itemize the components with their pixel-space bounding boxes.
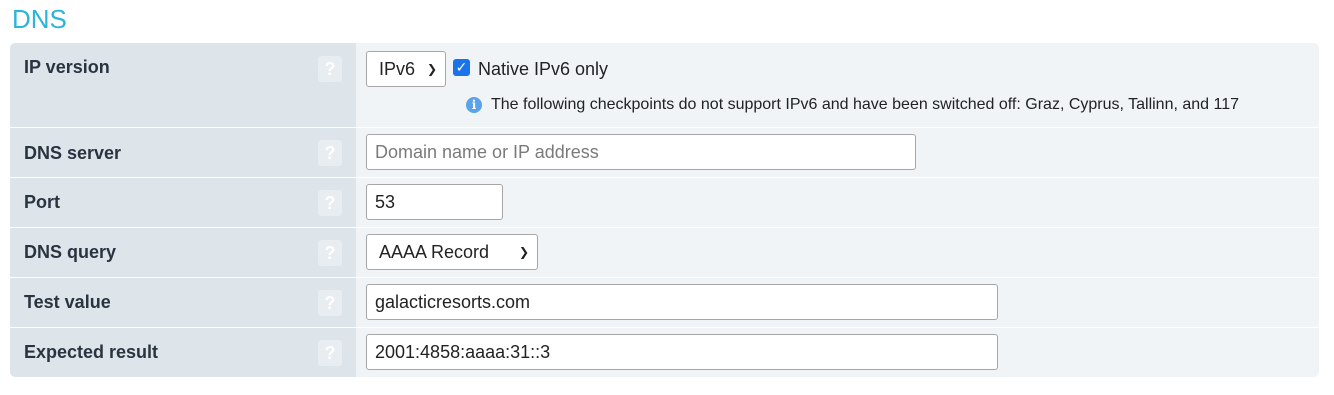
dns-query-select[interactable]: AAAA Record ❯ xyxy=(366,234,538,270)
dns-server-label: DNS server xyxy=(24,143,122,163)
help-icon[interactable]: ? xyxy=(318,340,342,366)
dns-settings-table: IP version ? IPv6 ❯ ✓ Native IPv6 only i… xyxy=(10,43,1319,377)
row-dns-server: DNS server ? Domain name or IP address xyxy=(10,127,1319,177)
value-cell: galacticresorts.com xyxy=(356,278,1319,327)
dns-query-label: DNS query xyxy=(24,242,117,262)
label-cell: IP version ? xyxy=(10,43,356,127)
native-ipv6-label[interactable]: Native IPv6 only xyxy=(478,59,608,80)
ip-version-select-value: IPv6 xyxy=(379,59,416,79)
value-cell: IPv6 ❯ ✓ Native IPv6 only i The followin… xyxy=(356,43,1319,127)
ip-version-label: IP version xyxy=(24,57,110,77)
chevron-down-icon: ❯ xyxy=(426,62,437,76)
row-dns-query: DNS query ? AAAA Record ❯ xyxy=(10,227,1319,277)
label-cell: Expected result ? xyxy=(10,328,356,377)
label-cell: DNS server ? xyxy=(10,128,356,177)
help-icon[interactable]: ? xyxy=(318,290,342,316)
value-cell: 53 xyxy=(356,178,1319,227)
port-input[interactable]: 53 xyxy=(366,184,503,220)
label-cell: DNS query ? xyxy=(10,228,356,277)
row-ip-version: IP version ? IPv6 ❯ ✓ Native IPv6 only i… xyxy=(10,43,1319,127)
label-cell: Test value ? xyxy=(10,278,356,327)
test-value-label: Test value xyxy=(24,292,111,312)
row-port: Port ? 53 xyxy=(10,177,1319,227)
ip-version-select[interactable]: IPv6 ❯ xyxy=(366,51,446,87)
help-icon[interactable]: ? xyxy=(318,56,342,82)
info-icon: i xyxy=(466,97,482,113)
help-icon[interactable]: ? xyxy=(318,140,342,166)
expected-result-label: Expected result xyxy=(24,342,159,362)
value-cell: 2001:4858:aaaa:31::3 xyxy=(356,328,1319,377)
dns-query-select-value: AAAA Record xyxy=(379,242,490,262)
label-cell: Port ? xyxy=(10,178,356,227)
row-expected-result: Expected result ? 2001:4858:aaaa:31::3 xyxy=(10,327,1319,377)
section-title: DNS xyxy=(12,4,67,34)
help-icon[interactable]: ? xyxy=(318,240,342,266)
test-value-input[interactable]: galacticresorts.com xyxy=(366,284,998,320)
chevron-down-icon: ❯ xyxy=(518,245,529,259)
expected-result-input[interactable]: 2001:4858:aaaa:31::3 xyxy=(366,334,998,370)
help-icon[interactable]: ? xyxy=(318,190,342,216)
value-cell: Domain name or IP address xyxy=(356,128,1319,177)
row-test-value: Test value ? galacticresorts.com xyxy=(10,277,1319,327)
port-label: Port xyxy=(24,192,60,212)
dns-server-input[interactable]: Domain name or IP address xyxy=(366,134,916,170)
ipv6-info-text: The following checkpoints do not support… xyxy=(491,96,1240,113)
native-ipv6-checkbox[interactable]: ✓ xyxy=(453,59,470,76)
value-cell: AAAA Record ❯ xyxy=(356,228,1319,277)
